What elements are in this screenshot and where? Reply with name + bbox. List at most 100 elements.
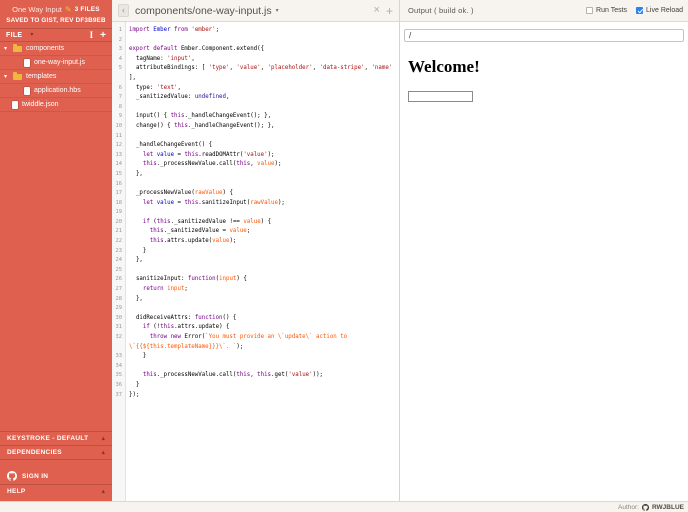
tree-item-templates[interactable]: ▾ templates	[0, 70, 112, 84]
code-line-content: didReceiveAttrs: function() {	[135, 314, 237, 321]
file-tree: ▾ components one-way-input.js ▾ templates app…	[0, 42, 112, 112]
code-line-content: import Ember from 'ember';	[129, 27, 220, 33]
tree-item-label: components	[26, 45, 65, 52]
live-reload-toggle[interactable]: Live Reload	[636, 7, 683, 14]
code-line: 16	[112, 180, 399, 190]
collapse-sidebar-button[interactable]: ‹	[118, 4, 129, 17]
code-line-content: input() { this._handleChangeEvent(); },	[135, 113, 272, 120]
line-number: 14	[115, 161, 123, 168]
line-number: 28	[115, 295, 123, 302]
code-line-content: }	[142, 247, 147, 254]
line-number: 3	[118, 46, 122, 53]
tree-item-application-hbs[interactable]: application.hbs	[0, 84, 112, 98]
line-number: 22	[115, 238, 123, 245]
code-line: 18 let value = this.sanitizeInput(rawVal…	[112, 199, 399, 209]
author-name[interactable]: RWJBLUE	[652, 504, 684, 511]
code-line: 36 }	[112, 381, 399, 391]
url-input[interactable]	[404, 29, 684, 42]
line-number: 7	[118, 94, 122, 101]
code-line: 29	[112, 304, 399, 314]
code-line: 28 },	[112, 295, 399, 305]
code-line-content: },	[135, 295, 143, 302]
file-icon	[24, 58, 30, 67]
github-icon	[7, 471, 17, 481]
footer: Author: RWJBLUE	[0, 501, 688, 512]
line-number: 19	[115, 209, 123, 216]
tree-item-twiddle-json[interactable]: twiddle.json	[0, 98, 112, 112]
code-line-content: if (!this.attrs.update) {	[142, 324, 230, 331]
sign-in-label: SIGN IN	[22, 472, 49, 480]
file-icon	[24, 86, 30, 95]
line-number: 36	[115, 381, 123, 388]
tab-title-text: components/one-way-input.js	[135, 4, 272, 17]
code-line: 14 this._processNewValue.call(this, valu…	[112, 160, 399, 170]
caret-down-icon: ▾	[30, 32, 34, 38]
edit-pencil-icon[interactable]: ✎	[65, 5, 72, 14]
caret-down-icon[interactable]: ▾	[2, 46, 9, 52]
line-number: 9	[118, 113, 122, 120]
preview-text-input[interactable]	[408, 91, 473, 102]
code-line-content: this._processNewValue.call(this, value);	[142, 161, 282, 168]
open-file-tab[interactable]: components/one-way-input.js ▾	[135, 5, 279, 17]
new-tab-button[interactable]: +	[386, 5, 393, 17]
code-line: 22 this.attrs.update(value);	[112, 237, 399, 247]
code-line: 32 throw new Error(`You must provide an …	[112, 333, 399, 352]
file-menu-label: FILE	[6, 31, 23, 39]
code-line: 34	[112, 362, 399, 372]
live-reload-checkbox[interactable]	[636, 7, 644, 14]
tree-item-components[interactable]: ▾ components	[0, 42, 112, 56]
help-label: HELP	[7, 488, 26, 495]
line-number: 23	[115, 247, 123, 254]
code-line: 9 input() { this._handleChangeEvent(); }…	[112, 112, 399, 122]
code-line-content: },	[135, 170, 143, 177]
code-line: 6 type: 'text',	[112, 84, 399, 94]
line-number: 11	[115, 132, 123, 139]
preview-pane: Welcome!	[400, 45, 688, 501]
sign-in-button[interactable]: SIGN IN	[0, 468, 112, 484]
text-tool-icon[interactable]: I	[90, 30, 94, 40]
sidebar-menu-keystroke-default[interactable]: KEYSTROKE - DEFAULT ▴	[0, 431, 112, 445]
code-line: 10 change() { this._handleChangeEvent();…	[112, 122, 399, 132]
code-line: 17 _processNewValue(rawValue) {	[112, 189, 399, 199]
code-line: 24 },	[112, 256, 399, 266]
run-tests-toggle[interactable]: Run Tests	[586, 7, 627, 14]
line-number: 25	[115, 266, 123, 273]
close-tab-button[interactable]: ×	[374, 5, 380, 16]
line-number: 15	[115, 170, 123, 177]
code-line: 1 import Ember from 'ember';	[112, 26, 399, 36]
sidebar-menu-dependencies[interactable]: DEPENDENCIES ▴	[0, 445, 112, 459]
code-line-content	[125, 266, 399, 276]
line-number: 17	[115, 190, 123, 197]
code-line: 23 }	[112, 247, 399, 257]
files-count-badge: 3 FILES	[74, 6, 100, 13]
line-number: 27	[115, 286, 123, 293]
line-number: 8	[118, 103, 122, 110]
line-number: 29	[115, 305, 123, 312]
add-file-icon[interactable]: +	[100, 30, 106, 41]
run-tests-checkbox[interactable]	[586, 7, 594, 14]
line-number: 34	[115, 362, 123, 369]
live-reload-label: Live Reload	[646, 7, 683, 14]
author-label: Author:	[618, 503, 639, 511]
sidebar-bottom-menus: KEYSTROKE - DEFAULT ▴ DEPENDENCIES ▴	[0, 431, 112, 459]
tree-item-one-way-input-js[interactable]: one-way-input.js	[0, 56, 112, 70]
line-number: 24	[115, 257, 123, 264]
file-icon	[12, 100, 18, 109]
code-line-content	[125, 103, 399, 113]
code-line: 11	[112, 132, 399, 142]
caret-down-icon[interactable]: ▾	[2, 74, 9, 80]
gist-title: One Way Input	[12, 5, 62, 14]
code-line: 37});	[112, 391, 399, 401]
sidebar-menu-help[interactable]: HELP ▴	[0, 484, 112, 498]
code-line-content	[125, 36, 399, 46]
code-line: 35 this._processNewValue.call(this, this…	[112, 371, 399, 381]
file-menu[interactable]: FILE ▾ I +	[0, 28, 112, 42]
line-number: 26	[115, 276, 123, 283]
code-line: 5 attributeBindings: [ 'type', 'value', …	[112, 64, 399, 83]
chevron-left-icon: ‹	[122, 5, 125, 15]
line-number: 2	[118, 36, 122, 43]
menu-label: KEYSTROKE - DEFAULT	[7, 435, 89, 442]
code-editor[interactable]: 1 import Ember from 'ember'; 2 3 export defa…	[112, 22, 399, 501]
code-line-content: attributeBindings: [ 'type', 'value', 'p…	[129, 65, 393, 81]
code-line: 2	[112, 36, 399, 46]
